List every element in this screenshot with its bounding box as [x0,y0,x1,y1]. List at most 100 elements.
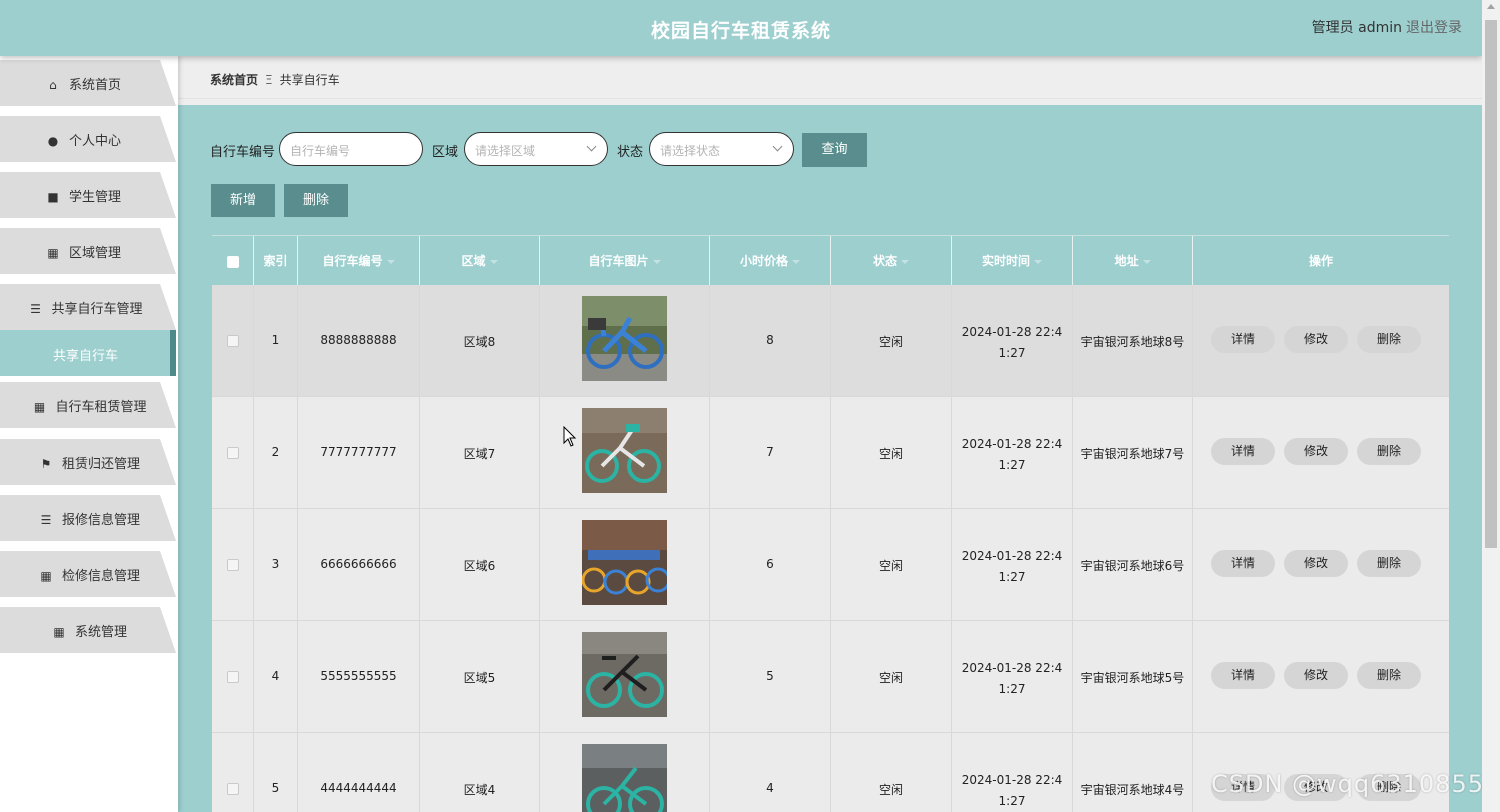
sidebar: ⌂ 系统首页 ● 个人中心 ■ 学生管理 ▦ 区域管理 ☰ 共享自行车管理 共享自行车 ▦… [0,56,178,812]
table-row[interactable]: 2 7777777777 区域7 7 空闲 2024-01-28 22:4 1:… [212,397,1449,509]
table-row[interactable]: 3 6666666666 区域6 6 空闲 2024-01-28 22:4 1:… [212,509,1449,621]
sidebar-item-repair-reports[interactable]: ☰ 报修信息管理 [0,495,176,541]
logout-link[interactable]: 退出登录 [1406,17,1462,37]
header-status[interactable]: 状态 [831,236,952,286]
row-checkbox[interactable] [227,671,239,683]
cell-address: 宇宙银河系地球5号 [1080,671,1185,685]
cell-price: 7 [766,445,774,459]
cell-bike-no: 4444444444 [320,781,397,795]
cell-area: 区域6 [463,559,496,573]
cell-time: 2024-01-28 22:4 1:27 [961,773,1063,808]
scroll-up-icon[interactable] [1487,4,1495,9]
vertical-scrollbar[interactable] [1482,0,1500,812]
sidebar-item-rentals[interactable]: ▦ 自行车租赁管理 [0,382,176,428]
sort-icon[interactable] [489,259,498,264]
sidebar-item-returns[interactable]: ⚑ 租赁归还管理 [0,439,176,485]
sidebar-item-shared-bikes[interactable]: ☰ 共享自行车管理 [0,284,176,330]
breadcrumb-home[interactable]: 系统首页 [210,73,258,87]
header-bike-image[interactable]: 自行车图片 [540,236,710,286]
sidebar-item-system[interactable]: ▦ 系统管理 [0,607,176,653]
breadcrumb-current: 共享自行车 [279,73,340,87]
cell-area: 区域4 [463,783,496,797]
row-checkbox[interactable] [227,335,239,347]
cell-time: 2024-01-28 22:4 1:27 [961,549,1063,584]
bike-photo[interactable] [582,408,667,493]
detail-button[interactable]: 详情 [1211,662,1275,689]
batch-delete-button[interactable]: 删除 [284,184,348,217]
sort-icon[interactable] [792,259,800,264]
edit-button[interactable]: 修改 [1284,550,1348,577]
sidebar-item-areas[interactable]: ▦ 区域管理 [0,228,176,274]
sort-icon[interactable] [901,259,909,264]
table-row[interactable]: 4 5555555555 区域5 5 空闲 2024-01-28 22:4 1:2… [212,621,1449,733]
header-select-all[interactable] [212,236,254,286]
sidebar-item-home[interactable]: ⌂ 系统首页 [0,60,176,106]
row-checkbox[interactable] [227,783,239,795]
area-label: 区域 [432,145,459,160]
edit-button[interactable]: 修改 [1284,326,1348,353]
bike-photo[interactable] [582,744,667,812]
header-actions: 操作 [1308,254,1333,268]
cell-status: 空闲 [878,783,903,797]
add-button[interactable]: 新增 [211,184,275,217]
mouse-cursor-icon [563,425,577,452]
row-checkbox[interactable] [227,559,239,571]
detail-button[interactable]: 详情 [1211,550,1275,577]
edit-button[interactable]: 修改 [1284,438,1348,465]
header-time[interactable]: 实时时间 [952,236,1073,286]
cell-price: 5 [766,669,774,683]
sort-icon[interactable] [386,259,395,264]
query-button[interactable]: 查询 [802,133,867,167]
sidebar-item-profile[interactable]: ● 个人中心 [0,116,176,162]
sort-icon[interactable] [1034,259,1042,264]
grid-icon: ▦ [47,246,59,260]
table-row[interactable]: 1 8888888888 区域8 8 空闲 2024-01-28 22:4 1:… [212,285,1449,397]
bike-photo[interactable] [582,296,667,381]
sidebar-subitem-shared-bike[interactable]: 共享自行车 [0,330,176,376]
sort-icon[interactable] [652,259,661,264]
cell-area: 区域5 [463,671,496,685]
delete-button[interactable]: 删除 [1357,662,1421,689]
cell-status: 空闲 [878,671,903,685]
cell-price: 6 [766,557,774,571]
sort-icon[interactable] [1142,259,1151,264]
cell-index: 1 [271,333,280,347]
bike-photo[interactable] [582,520,667,605]
delete-button[interactable]: 删除 [1357,550,1421,577]
cell-index: 5 [271,781,280,795]
header-index: 索引 [254,236,298,286]
select-all-checkbox[interactable] [227,256,239,268]
edit-button[interactable]: 修改 [1284,662,1348,689]
row-checkbox[interactable] [227,447,239,459]
delete-button[interactable]: 删除 [1357,326,1421,353]
cell-address: 宇宙银河系地球6号 [1080,559,1185,573]
sidebar-item-students[interactable]: ■ 学生管理 [0,172,176,218]
bike-no-label: 自行车编号 [210,145,276,160]
header-price[interactable]: 小时价格 [710,236,831,286]
cell-price: 8 [766,333,774,347]
grid-icon: ▦ [53,625,65,639]
bike-photo[interactable] [582,632,667,717]
header-bike-no[interactable]: 自行车编号 [298,236,420,286]
sidebar-item-inspections[interactable]: ▦ 检修信息管理 [0,551,176,597]
bike-no-input[interactable]: 自行车编号 [279,132,423,166]
cell-area: 区域7 [463,447,496,461]
area-select[interactable]: 请选择区域 [464,132,608,166]
cell-bike-no: 7777777777 [320,445,397,459]
detail-button[interactable]: 详情 [1211,326,1275,353]
cell-address: 宇宙银河系地球4号 [1080,783,1185,797]
cell-status: 空闲 [878,559,903,573]
header-address[interactable]: 地址 [1073,236,1193,286]
cell-area: 区域8 [463,335,496,349]
person-icon: ● [47,134,59,148]
delete-button[interactable]: 删除 [1357,438,1421,465]
briefcase-icon: ■ [47,190,59,204]
status-select[interactable]: 请选择状态 [649,132,794,166]
chevron-down-icon [586,141,597,152]
cell-price: 4 [766,781,774,795]
detail-button[interactable]: 详情 [1211,438,1275,465]
breadcrumb-divider [178,98,1482,99]
scrollbar-thumb[interactable] [1485,20,1497,548]
header-area[interactable]: 区域 [420,236,540,286]
top-header: 校园自行车租赁系统 管理员 admin 退出登录 [0,0,1482,56]
